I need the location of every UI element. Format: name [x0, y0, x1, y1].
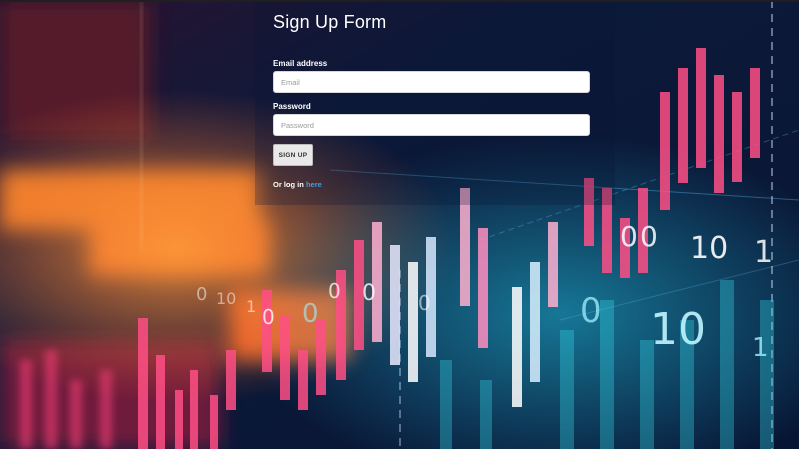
svg-text:0: 0: [362, 281, 376, 306]
login-prefix-text: Or log in: [273, 180, 304, 189]
svg-text:1: 1: [246, 297, 256, 316]
signup-form: Sign Up Form Email address Password SIGN…: [273, 10, 591, 189]
page-title: Sign Up Form: [273, 12, 387, 32]
password-field[interactable]: [273, 114, 590, 136]
svg-text:0: 0: [418, 291, 431, 315]
svg-text:10: 10: [650, 304, 706, 355]
email-label: Email address: [273, 59, 328, 68]
svg-text:1: 1: [754, 235, 773, 270]
svg-text:0: 0: [302, 299, 319, 329]
svg-text:0: 0: [328, 279, 341, 303]
email-field[interactable]: [273, 71, 590, 93]
svg-text:10: 10: [690, 231, 728, 266]
login-here-link[interactable]: here: [306, 180, 322, 189]
svg-text:0: 0: [620, 220, 638, 253]
svg-text:0: 0: [580, 291, 602, 331]
top-border: [0, 0, 799, 2]
login-prompt: Or log in here: [273, 180, 591, 189]
sign-up-button[interactable]: SIGN UP: [273, 144, 313, 166]
svg-text:0: 0: [196, 284, 207, 305]
svg-text:10: 10: [216, 289, 236, 308]
svg-text:0: 0: [262, 305, 275, 329]
svg-text:0: 0: [640, 220, 658, 253]
svg-text:1: 1: [752, 333, 769, 363]
password-label: Password: [273, 102, 311, 111]
